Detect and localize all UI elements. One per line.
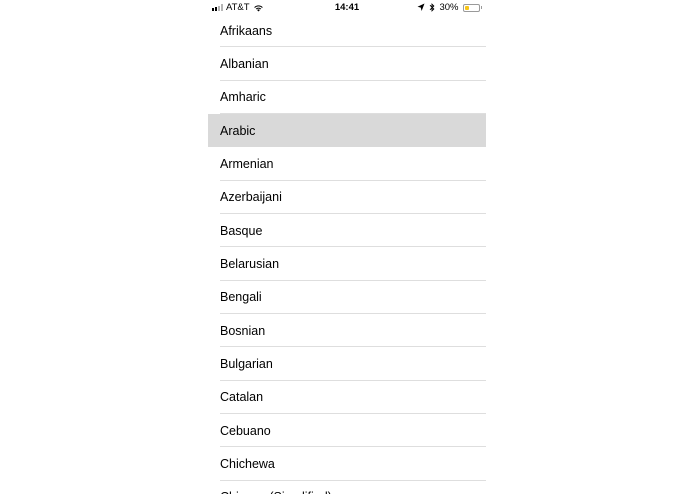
language-row-catalan[interactable]: Catalan (208, 381, 486, 415)
language-label: Azerbaijani (220, 190, 282, 205)
language-label: Belarusian (220, 257, 280, 272)
status-right: 30% (417, 2, 482, 13)
language-row-albanian[interactable]: Albanian (208, 47, 486, 82)
language-label: Albanian (220, 57, 269, 72)
language-row-basque[interactable]: Basque (208, 214, 486, 248)
language-label: Armenian (220, 157, 274, 172)
bluetooth-icon (430, 3, 435, 12)
language-label: Catalan (220, 390, 264, 405)
language-row-armenian[interactable]: Armenian (208, 147, 486, 182)
language-label: Bengali (220, 290, 262, 305)
language-row-amharic[interactable]: Amharic (208, 81, 486, 115)
language-label: Arabic (220, 123, 256, 138)
language-row-arabic[interactable]: Arabic (208, 114, 486, 148)
language-row-belarusian[interactable]: Belarusian (208, 247, 486, 282)
language-row-azerbaijani[interactable]: Azerbaijani (208, 181, 486, 215)
language-label: Cebuano (220, 423, 271, 438)
language-label: Chichewa (220, 457, 275, 472)
language-row-chichewa[interactable]: Chichewa (208, 447, 486, 482)
language-row-bulgarian[interactable]: Bulgarian (208, 347, 486, 382)
language-row-cebuano[interactable]: Cebuano (208, 414, 486, 448)
battery-fill (464, 5, 469, 10)
language-label: Afrikaans (220, 23, 273, 38)
language-row-bosnian[interactable]: Bosnian (208, 314, 486, 348)
battery-percentage: 30% (439, 2, 459, 13)
language-label: Bulgarian (220, 357, 273, 372)
language-label: Chinese (Simplified) (220, 490, 332, 494)
location-arrow-icon (417, 3, 425, 11)
language-list[interactable]: Afrikaans Albanian Amharic Arabic Armenian Az… (208, 14, 486, 494)
language-label: Amharic (220, 90, 266, 105)
language-row-afrikaans[interactable]: Afrikaans (208, 14, 486, 48)
screen: AT&T 14:41 30% Afrikaans Albanian Amhari… (0, 0, 695, 494)
language-row-bengali[interactable]: Bengali (208, 281, 486, 315)
language-label: Bosnian (220, 323, 266, 338)
battery-icon (462, 3, 482, 12)
status-bar: AT&T 14:41 30% (208, 0, 486, 15)
language-label: Basque (220, 223, 263, 238)
language-row-chinese-simplified[interactable]: Chinese (Simplified) (208, 481, 486, 494)
